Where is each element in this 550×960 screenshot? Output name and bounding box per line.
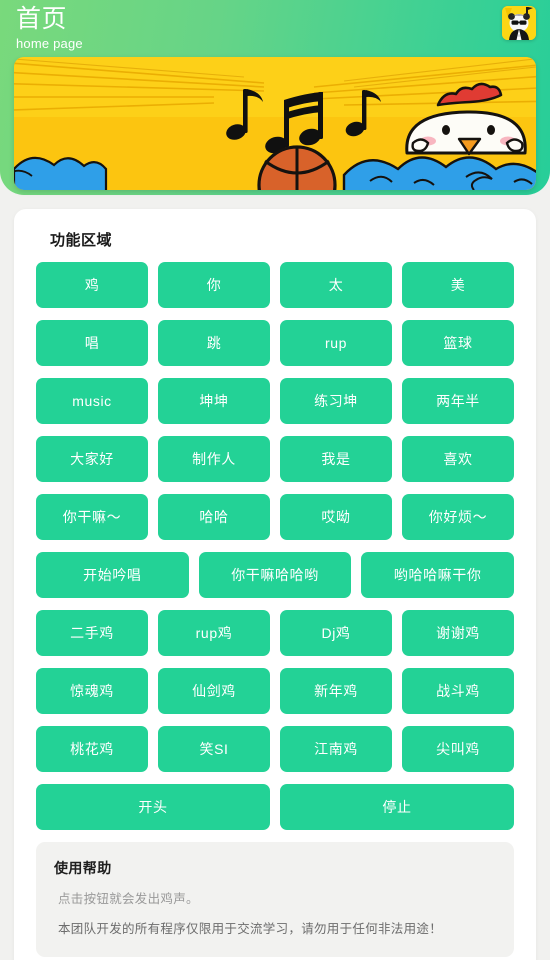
page-title: 首页 [16,5,68,33]
function-button[interactable]: 鸡 [36,262,148,308]
button-row: 二手鸡 rup鸡 Dj鸡 谢谢鸡 [36,610,514,656]
function-button[interactable]: 我是 [280,436,392,482]
function-button-grid: 鸡你太美唱跳 rup 篮球 music 坤坤 练习坤 两年半 大家好 制作人 我是 喜欢 你干嘛～ 哈哈… [36,262,515,830]
main-card: 功能区域 鸡你太美唱跳 rup 篮球 music 坤坤 练习坤 两年半 大家好 制作人 我是 喜欢你… [14,209,536,960]
function-button[interactable]: 开头 [36,784,270,830]
function-button[interactable]: 二手鸡 [36,610,148,656]
function-button[interactable]: 战斗鸡 [402,668,514,714]
page-subtitle: home page [16,36,83,51]
help-card: 使用帮助 点击按钮就会发出鸡声。 本团队开发的所有程序仅限用于交流学习，请勿用于… [36,842,514,957]
function-button[interactable]: 唱 [36,320,148,366]
function-button[interactable]: 江南鸡 [280,726,392,772]
help-line-1: 点击按钮就会发出鸡声。 [58,892,199,906]
function-button[interactable]: 大家好 [36,436,148,482]
function-button[interactable]: 你 [158,262,270,308]
help-line-2: 本团队开发的所有程序仅限用于交流学习，请勿用于任何非法用途！ [58,921,443,936]
function-button[interactable]: 跳 [158,320,270,366]
button-row: 开头 停止 [36,784,514,830]
button-row: 你干嘛～ 哈哈 哎呦 你好烦～ [36,494,514,540]
function-button[interactable]: 美 [402,262,514,308]
function-button[interactable]: 开始吟唱 [36,552,189,598]
function-button[interactable]: rup鸡 [158,610,270,656]
function-button[interactable]: 练习坤 [280,378,392,424]
banner-image[interactable] [14,57,536,190]
function-button[interactable]: 停止 [280,784,514,830]
header-text-block: 首页 home page [16,4,83,52]
function-button[interactable]: 你干嘛～ [36,494,148,540]
panda-meme-avatar-icon[interactable] [502,6,536,40]
button-row: music 坤坤 练习坤 两年半 [36,378,514,424]
function-button[interactable]: 坤坤 [158,378,270,424]
function-button[interactable]: rup [280,320,392,366]
button-row: 鸡你太美 [36,262,514,308]
button-row: 桃花鸡 笑SI 江南鸡 尖叫鸡 [36,726,514,772]
button-row: 唱跳 rup 篮球 [36,320,514,366]
function-button[interactable]: 喜欢 [402,436,514,482]
function-button[interactable]: 篮球 [402,320,514,366]
function-button[interactable]: music [36,378,148,424]
function-button[interactable]: 尖叫鸡 [402,726,514,772]
button-row: 开始吟唱 你干嘛哈哈哟 哟哈哈嘛干你 [36,552,515,598]
function-button[interactable]: Dj鸡 [280,610,392,656]
function-button[interactable]: 惊魂鸡 [36,668,148,714]
function-button[interactable]: 笑SI [158,726,270,772]
function-button[interactable]: 太 [280,262,392,308]
function-button[interactable]: 你好烦～ [402,494,514,540]
help-title: 使用帮助 [54,860,112,876]
function-button[interactable]: 桃花鸡 [36,726,148,772]
function-button[interactable]: 新年鸡 [280,668,392,714]
function-button[interactable]: 哈哈 [158,494,270,540]
button-row: 大家好 制作人 我是 喜欢 [36,436,514,482]
function-button[interactable]: 谢谢鸡 [402,610,514,656]
button-row: 惊魂鸡 仙剑鸡 新年鸡 战斗鸡 [36,668,514,714]
function-button[interactable]: 哎呦 [280,494,392,540]
function-button[interactable]: 哟哈哈嘛干你 [361,552,515,598]
function-button[interactable]: 你干嘛哈哈哟 [198,552,352,598]
section-title-function-area: 功能区域 [50,232,113,249]
function-button[interactable]: 仙剑鸡 [158,668,270,714]
function-button[interactable]: 制作人 [158,436,270,482]
function-button[interactable]: 两年半 [402,378,514,424]
